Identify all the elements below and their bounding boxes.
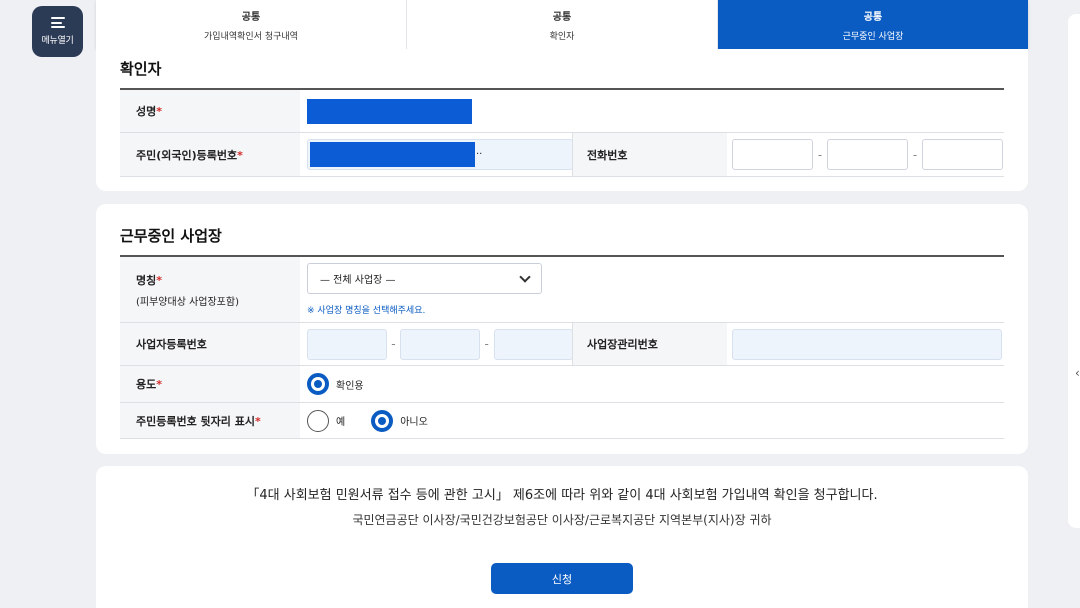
bizno-field-1[interactable] [307, 328, 387, 360]
bizno-row: 사업자등록번호 - - 사업장관리번호 [120, 323, 1004, 366]
workplace-table: 명칭* (피부양대상 사업장포함) — 전체 사업장 — ※ 사업장 명칭을 선… [120, 255, 1004, 439]
notice-line-2: 국민연금공단 이사장/국민건강보험공단 이사장/근로복지공단 지역본부(지사)장… [352, 513, 772, 527]
step-tabs: 공통 가입내역확인서 청구내역 공통 확인자 공통 근무중인 사업장 [96, 0, 1028, 49]
rrn-field[interactable]: ·· [307, 139, 573, 170]
step-tab-request[interactable]: 공통 가입내역확인서 청구내역 [96, 0, 407, 49]
rrn-redacted [310, 142, 475, 167]
rrn-show-radio-yes[interactable] [307, 409, 329, 432]
workplace-section: 근무중인 사업장 명칭* (피부양대상 사업장포함) — 전체 사업장 — ※ … [96, 204, 1028, 454]
dash: - [391, 337, 396, 351]
phone-field-3[interactable] [922, 139, 1003, 170]
verifier-section: 확인자 성명* 주민(외국인)등록번호* ·· 전화번호 - - [96, 49, 1028, 191]
bizno-field-cell: - - [300, 323, 574, 365]
chevron-down-icon [519, 270, 531, 283]
name-field-cell [300, 90, 472, 132]
submit-button[interactable]: 신청 [491, 563, 633, 594]
rrn-row: 주민(외국인)등록번호* ·· 전화번호 - - [120, 133, 1004, 177]
step-tab-top: 공통 [241, 11, 261, 23]
menu-open-label: 메뉴열기 [41, 36, 74, 46]
rrn-field-cell: ·· [300, 133, 573, 176]
bizno-field-2[interactable] [400, 328, 480, 360]
workplace-select-cell: — 전체 사업장 — ※ 사업장 명칭을 선택해주세요. [300, 257, 542, 322]
step-tab-label: 확인자 [549, 31, 575, 42]
step-tab-label: 근무중인 사업장 [842, 31, 904, 42]
rrn-show-label: 주민등록번호 뒷자리 표시* [120, 403, 300, 438]
workplace-name-label: 명칭* (피부양대상 사업장포함) [120, 257, 300, 322]
purpose-option-label: 확인용 [336, 380, 364, 392]
phone-field-cell: - - [727, 133, 1003, 176]
purpose-label: 용도* [120, 366, 300, 402]
bizno-label: 사업자등록번호 [120, 323, 300, 365]
right-panel-arrow-icon: ‹ [1075, 366, 1080, 380]
mgmt-label: 사업장관리번호 [572, 323, 727, 365]
phone-field-1[interactable] [732, 139, 813, 170]
name-label: 성명* [120, 90, 300, 132]
workplace-name-row: 명칭* (피부양대상 사업장포함) — 전체 사업장 — ※ 사업장 명칭을 선… [120, 257, 1004, 323]
purpose-radio-confirm[interactable] [307, 373, 329, 395]
rrn-show-no-label: 아니오 [400, 417, 428, 428]
workplace-select-value: — 전체 사업장 — [320, 275, 396, 286]
workplace-select[interactable]: — 전체 사업장 — [307, 263, 542, 294]
rrn-show-row: 주민등록번호 뒷자리 표시* 예 아니오 [120, 403, 1004, 439]
notice-section: 「4대 사회보험 민원서류 접수 등에 관한 고시」 제6조에 따라 위와 같이… [96, 466, 1028, 608]
workplace-name-sublabel: (피부양대상 사업장포함) [136, 296, 239, 308]
step-tab-top: 공통 [863, 11, 883, 23]
verifier-table: 성명* 주민(외국인)등록번호* ·· 전화번호 - - [120, 88, 1004, 177]
rrn-show-yes-label: 예 [336, 417, 346, 428]
mgmt-field-cell [727, 323, 1002, 365]
name-field-redacted[interactable] [307, 98, 472, 124]
dash: - [912, 147, 918, 162]
right-side-panel [1068, 14, 1080, 528]
step-tab-verifier[interactable]: 공통 확인자 [407, 0, 718, 49]
rrn-suffix: ·· [476, 149, 483, 160]
step-tab-top: 공통 [552, 11, 572, 23]
rrn-show-options: 예 아니오 [300, 403, 454, 438]
workplace-hint: ※ 사업장 명칭을 선택해주세요. [307, 306, 426, 316]
dash: - [484, 337, 489, 351]
notice-line-1: 「4대 사회보험 민원서류 접수 등에 관한 고시」 제6조에 따라 위와 같이… [246, 488, 878, 503]
purpose-options: 확인용 [300, 366, 390, 402]
phone-label: 전화번호 [572, 133, 727, 176]
menu-icon [50, 17, 65, 28]
rrn-label: 주민(외국인)등록번호* [120, 133, 300, 176]
name-row: 성명* [120, 90, 1004, 133]
menu-open-button[interactable]: 메뉴열기 [32, 6, 83, 57]
purpose-row: 용도* 확인용 [120, 366, 1004, 403]
workplace-title: 근무중인 사업장 [120, 227, 222, 245]
verifier-title: 확인자 [120, 60, 162, 78]
rrn-show-radio-no[interactable] [371, 409, 394, 432]
dash: - [817, 147, 823, 162]
step-tab-workplace[interactable]: 공통 근무중인 사업장 [718, 0, 1028, 49]
step-tab-label: 가입내역확인서 청구내역 [204, 31, 298, 42]
phone-field-2[interactable] [827, 139, 908, 170]
bizno-field-3[interactable] [493, 328, 574, 360]
mgmt-field[interactable] [732, 328, 1002, 360]
